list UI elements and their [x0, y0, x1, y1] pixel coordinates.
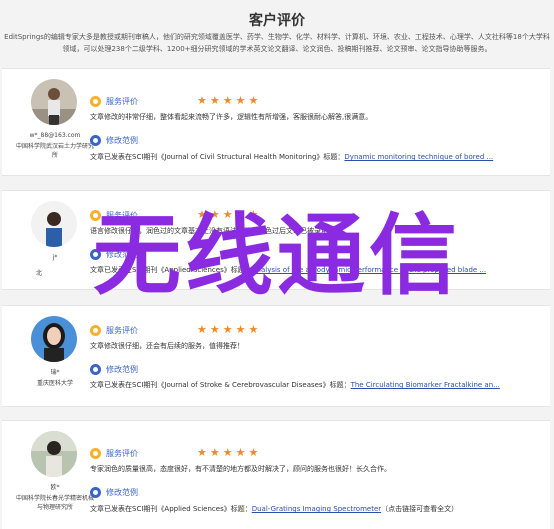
rating-stars: ★★★★★ [197, 323, 262, 336]
review-icon [90, 447, 101, 459]
publication-line: 文章已发表在SCI期刊《Journal of Stroke & Cerebrov… [90, 381, 500, 389]
page-title: 客户评价 [249, 13, 305, 29]
article-link[interactable]: Dual-Gratings Imaging Spectrometer [252, 505, 381, 513]
avatar [31, 201, 77, 247]
sample-heading: 修改范例 [90, 362, 138, 376]
article-link[interactable]: Dynamic monitoring technique of bored ..… [344, 153, 493, 161]
sample-heading: 修改范例 [90, 485, 138, 499]
sample-icon [90, 363, 101, 375]
sample-icon [90, 248, 101, 260]
intro-text: EditSprings的编辑专家大多是教授或期刊审稿人，他们的研究领域覆盖医学、… [4, 33, 550, 53]
review-card: 瑞* 重庆医科大学 服务评价 ★★★★★ 文章修改很仔细，还会有后续的服务，值得… [2, 305, 550, 407]
review-card: w*_88@163.com 中国科学院武汉岩土力学研究所 服务评价 ★★★★★ … [2, 68, 550, 176]
journal-name: Journal of Stroke & Cerebrovascular Dise… [164, 381, 323, 389]
article-link[interactable]: The Circulating Biomarker Fractalkine an… [351, 381, 500, 389]
review-text: 专家润色的质量很高，态度很好，有不清楚的地方都及时解决了，顾问的服务也很好！长久… [90, 465, 391, 473]
review-card: j* 北 服务评价 ★★★★★ 语言修改很仔细，润色过的文章基本上没有语法问题，… [2, 190, 550, 290]
review-text: 文章修改很仔细，还会有后续的服务，值得推荐！ [90, 342, 244, 350]
review-text: 文章修改的非常仔细，整体看起来流畅了许多，逻辑性有所增强，客服很耐心解答,很满意… [90, 113, 373, 121]
journal-name: Journal of Civil Structural Health Monit… [164, 153, 317, 161]
publication-line: 文章已发表在SCI期刊《Applied Sciences》标题：Analysis… [90, 266, 487, 274]
publication-line: 文章已发表在SCI期刊《Journal of Civil Structural … [90, 153, 494, 161]
sample-icon [90, 486, 101, 498]
avatar [31, 79, 77, 125]
service-review-heading: 服务评价 [90, 446, 138, 460]
review-card: 欧* 中国科学院长春光学精密机械与物理研究所 服务评价 ★★★★★ 专家润色的质… [2, 420, 550, 529]
avatar [31, 431, 77, 477]
service-review-heading: 服务评价 [90, 208, 138, 222]
review-icon [90, 209, 101, 221]
sample-heading: 修改范例 [90, 247, 138, 261]
publication-line: 文章已发表在SCI期刊《Applied Sciences》标题：Dual-Gra… [90, 505, 459, 513]
article-link[interactable]: Analysis of the aerodynamic performance … [252, 266, 486, 274]
sample-heading: 修改范例 [90, 133, 138, 147]
sample-icon [90, 134, 101, 146]
review-text: 语言修改很仔细，润色过的文章基本上没有语法问题，润色过后文章已被录用。 [90, 227, 335, 235]
service-review-heading: 服务评价 [90, 94, 138, 108]
rating-stars: ★★★★★ [197, 208, 262, 221]
journal-name: Applied Sciences [164, 266, 224, 274]
service-review-heading: 服务评价 [90, 323, 138, 337]
review-icon [90, 324, 101, 336]
rating-stars: ★★★★★ [197, 94, 262, 107]
avatar [31, 316, 77, 362]
link-note: （点击链接可查看全文） [381, 505, 459, 513]
rating-stars: ★★★★★ [197, 446, 262, 459]
review-icon [90, 95, 101, 107]
journal-name: Applied Sciences [164, 505, 224, 513]
